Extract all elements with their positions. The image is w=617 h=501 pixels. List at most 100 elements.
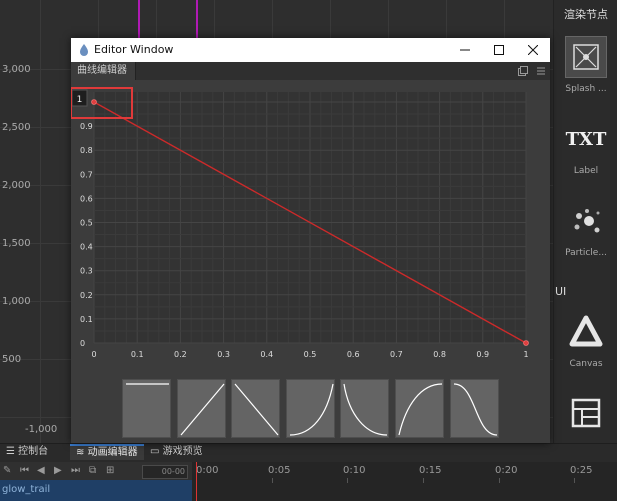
scene-guide-line — [138, 0, 140, 40]
y-tick-label: 0.3 — [80, 267, 93, 276]
node-canvas[interactable]: Canvas — [554, 311, 617, 369]
preset-curve-icon — [398, 383, 443, 436]
x-tick-label: 0.7 — [390, 350, 403, 359]
layout-grid-icon — [565, 392, 607, 434]
maximize-button[interactable] — [482, 38, 516, 62]
editor-tabbar: 曲线编辑器 — [71, 62, 550, 80]
preset-curve-icon — [453, 383, 497, 436]
node-label: Splash ... — [565, 84, 607, 94]
x-tick-label: 0.8 — [433, 350, 446, 359]
preset-curve — [343, 383, 388, 436]
play-icon[interactable]: ▶ — [54, 465, 62, 476]
preset-ease-in[interactable] — [285, 379, 335, 438]
preset-curve — [180, 383, 225, 436]
txt-icon: TXT — [565, 118, 607, 160]
app-icon — [80, 44, 88, 56]
x-tick-label: 0.2 — [174, 350, 187, 359]
preset-curve — [453, 383, 497, 436]
y-tick-label: 0.9 — [80, 122, 93, 131]
minimize-icon — [460, 49, 470, 51]
preset-constant[interactable] — [122, 379, 171, 438]
txt-glyph: TXT — [565, 128, 607, 150]
tab-label: 动画编辑器 — [87, 447, 138, 458]
x-tick-label: 0.1 — [131, 350, 144, 359]
tab-animation-editor[interactable]: ≋ 动画编辑器 — [70, 444, 144, 460]
animation-icon: ≋ — [76, 447, 85, 458]
time-tick: 0:25 — [570, 465, 593, 476]
preset-linear-up[interactable] — [176, 379, 226, 438]
step-back-icon[interactable]: ◀ — [37, 465, 45, 476]
preset-ease-out[interactable] — [395, 379, 444, 438]
x-tick-label: 1 — [523, 350, 528, 359]
node-splash[interactable]: Splash ... — [554, 36, 617, 94]
node-layout[interactable] — [554, 392, 617, 440]
curve-keypoint[interactable] — [91, 99, 97, 105]
splash-icon — [565, 36, 607, 78]
frame-counter[interactable]: 00-00 — [142, 465, 188, 479]
y-tick-label: 0.2 — [80, 291, 93, 300]
panel-title: 渲染节点 — [564, 8, 608, 21]
tick-mark — [272, 478, 273, 483]
minimize-button[interactable] — [448, 38, 482, 62]
preset-ease-out-down[interactable] — [340, 379, 390, 438]
x-tick-label: 0 — [91, 350, 96, 359]
y-tick-label: 0 — [80, 339, 85, 348]
popout-icon[interactable] — [518, 66, 528, 76]
scene-y-label: 2,000 — [2, 180, 31, 191]
curve-keypoint[interactable] — [523, 340, 529, 346]
y-tick-label: 0.4 — [80, 243, 93, 252]
render-node-panel: 渲染节点 Splash ... TXT Label Particle... UI… — [553, 0, 617, 443]
preset-linear-down[interactable] — [231, 379, 281, 438]
bottom-panel: ☰ 控制台 ≋ 动画编辑器 ▭ 游戏预览 ✎ ⏮ ◀ ▶ ⏭ ⧉ ⊞ 00-00… — [0, 443, 617, 501]
window-title: Editor Window — [94, 43, 174, 56]
node-label: Label — [573, 166, 599, 176]
time-tick: 0:20 — [495, 465, 518, 476]
scene-gridline — [40, 0, 41, 443]
close-button[interactable] — [516, 38, 550, 62]
curve-chart[interactable]: 0 0.1 0.2 0.3 0.4 0.5 0.6 0.7 0.8 0.9 0 0.1 0.2 0.3 0… — [71, 80, 550, 379]
x-tick-label: 0.9 — [476, 350, 489, 359]
edit-icon[interactable]: ✎ — [3, 465, 11, 476]
node-label: Canvas — [569, 359, 603, 369]
y-tick-label: 0.8 — [80, 146, 93, 155]
step-forward-icon[interactable]: ⏭ — [71, 465, 80, 476]
preset-curve — [234, 383, 279, 436]
time-tick: 0:05 — [268, 465, 291, 476]
preset-ease-in-out-down[interactable] — [449, 379, 499, 438]
tab-label: 控制台 — [18, 446, 49, 457]
x-tick-label: 0.5 — [304, 350, 317, 359]
x-tick-label: 0.4 — [260, 350, 273, 359]
console-icon: ☰ — [6, 446, 15, 457]
preset-curve-icon — [289, 383, 334, 436]
game-preview-icon: ▭ — [150, 446, 160, 457]
particle-icon — [565, 200, 607, 242]
window-titlebar[interactable]: Editor Window — [71, 38, 550, 62]
tab-curve-editor[interactable]: 曲线编辑器 — [71, 62, 136, 80]
node-particle[interactable]: Particle... — [554, 200, 617, 258]
scene-y-label: 1,000 — [2, 296, 31, 307]
tick-mark — [574, 478, 575, 483]
editor-window: Editor Window 曲线编辑器 0 0.1 0.2 0.3 0.4 0.5 0.6 0… — [71, 38, 550, 443]
preset-curve-icon — [234, 383, 279, 436]
track-name: glow_trail — [2, 484, 51, 495]
node-label-txt[interactable]: TXT Label — [554, 118, 617, 177]
menu-icon[interactable] — [536, 66, 546, 76]
tab-console[interactable]: ☰ 控制台 — [0, 444, 54, 460]
scene-y-label: 1,500 — [2, 238, 31, 249]
preset-curve-icon — [126, 383, 169, 385]
value-badge-text: 1 — [77, 95, 83, 105]
playhead[interactable] — [196, 462, 197, 501]
add-keyframe-icon[interactable]: ⊞ — [106, 465, 114, 476]
track-row[interactable]: glow_trail — [0, 480, 192, 501]
timeline-ruler[interactable]: 0:00 0:05 0:10 0:15 0:20 0:25 — [192, 462, 617, 501]
time-tick: 0:15 — [419, 465, 442, 476]
time-tick: 0:00 — [196, 465, 219, 476]
tab-game-preview[interactable]: ▭ 游戏预览 — [144, 444, 209, 460]
open-external-icon[interactable]: ⧉ — [89, 465, 96, 476]
preset-curve-icon — [180, 383, 225, 436]
tab-label: 游戏预览 — [162, 446, 203, 457]
y-tick-label: 0.1 — [80, 315, 93, 324]
skip-start-icon[interactable]: ⏮ — [20, 465, 29, 476]
maximize-icon — [494, 45, 504, 55]
x-tick-label: 0.6 — [347, 350, 360, 359]
